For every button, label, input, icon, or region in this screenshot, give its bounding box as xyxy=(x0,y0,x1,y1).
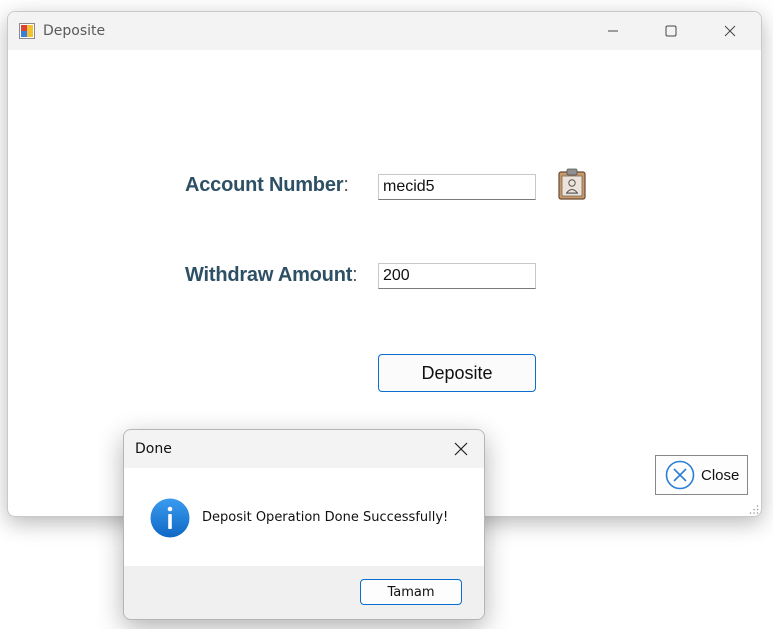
id-badge-icon xyxy=(558,168,586,200)
deposit-button[interactable]: Deposite xyxy=(378,354,536,392)
close-button-label: Close xyxy=(701,466,740,484)
account-number-label-text: Account Number xyxy=(185,174,344,196)
resize-grip-icon[interactable] xyxy=(749,504,759,514)
close-icon xyxy=(724,25,736,37)
window-close-button[interactable] xyxy=(707,12,753,50)
window-titlebar[interactable]: Deposite xyxy=(8,12,761,50)
minimize-button[interactable] xyxy=(590,12,636,50)
withdraw-amount-label-text: Withdraw Amount xyxy=(185,264,353,286)
withdraw-amount-label: Withdraw Amount: xyxy=(185,264,358,287)
info-icon xyxy=(150,498,190,538)
dialog-titlebar[interactable]: Done xyxy=(124,430,484,468)
done-message-box: Done Deposit Operation Done Successfully… xyxy=(123,429,485,620)
account-number-input[interactable] xyxy=(378,174,536,200)
dialog-message: Deposit Operation Done Successfully! xyxy=(202,510,449,525)
maximize-button[interactable] xyxy=(648,12,694,50)
window-title: Deposite xyxy=(43,23,106,39)
dialog-title: Done xyxy=(135,441,172,457)
minimize-icon xyxy=(608,30,618,32)
close-form-button[interactable]: Close xyxy=(655,455,748,495)
ok-button[interactable]: Tamam xyxy=(360,579,462,605)
desktop: Deposite Account Number: mecid5 Withdraw… xyxy=(0,0,773,629)
circle-x-icon xyxy=(665,460,695,490)
close-icon xyxy=(454,442,468,456)
account-number-label: Account Number: xyxy=(185,174,349,197)
maximize-icon xyxy=(665,25,677,37)
account-colon: : xyxy=(343,174,349,196)
amount-colon: : xyxy=(352,264,358,286)
withdraw-amount-input[interactable] xyxy=(378,263,536,289)
dialog-close-button[interactable] xyxy=(446,436,476,462)
account-lookup-button[interactable] xyxy=(557,168,587,200)
dialog-footer: Tamam xyxy=(124,566,484,619)
app-icon xyxy=(19,23,35,39)
